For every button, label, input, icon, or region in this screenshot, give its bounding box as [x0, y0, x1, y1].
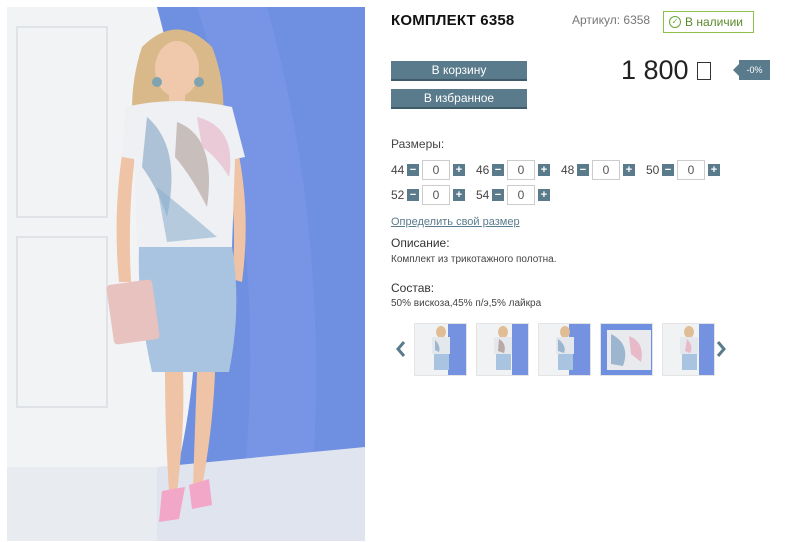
increment-button[interactable]: + [453, 189, 465, 201]
discount-badge: -0% [733, 60, 770, 80]
quantity-input[interactable]: 0 [422, 160, 450, 180]
price-value: 1 800 [621, 55, 689, 85]
size-group-54: 54 − 0 + [476, 185, 550, 205]
description-label: Описание: [391, 236, 450, 250]
chevron-left-icon[interactable] [395, 340, 407, 358]
increment-button[interactable]: + [623, 164, 635, 176]
quantity-input[interactable]: 0 [507, 160, 535, 180]
size-number: 54 [476, 188, 490, 202]
sizes-label: Размеры: [391, 137, 445, 151]
add-to-favorites-button[interactable]: В избранное [391, 89, 527, 109]
increment-button[interactable]: + [453, 164, 465, 176]
size-guide-link[interactable]: Определить свой размер [391, 216, 520, 228]
size-row: 52 − 0 + 54 − 0 + [391, 185, 561, 205]
thumbnail-gallery [414, 323, 715, 376]
stock-label: В наличии [685, 15, 744, 29]
add-to-cart-button[interactable]: В корзину [391, 61, 527, 81]
size-number: 46 [476, 163, 490, 177]
quantity-input[interactable]: 0 [677, 160, 705, 180]
decrement-button[interactable]: − [407, 164, 419, 176]
size-number: 50 [646, 163, 660, 177]
increment-button[interactable]: + [708, 164, 720, 176]
stock-badge: ✓ В наличии [663, 11, 754, 33]
composition-label: Состав: [391, 281, 435, 295]
thumbnail-image[interactable] [600, 323, 653, 376]
size-number: 52 [391, 188, 405, 202]
size-group-48: 48 − 0 + [561, 160, 635, 180]
decrement-button[interactable]: − [492, 164, 504, 176]
chevron-right-icon[interactable] [715, 340, 727, 358]
product-title: КОМПЛЕКТ 6358 [391, 12, 515, 29]
quantity-input[interactable]: 0 [592, 160, 620, 180]
decrement-button[interactable]: − [492, 189, 504, 201]
decrement-button[interactable]: − [662, 164, 674, 176]
size-group-52: 52 − 0 + [391, 185, 465, 205]
increment-button[interactable]: + [538, 164, 550, 176]
decrement-button[interactable]: − [577, 164, 589, 176]
size-number: 48 [561, 163, 575, 177]
currency-icon [696, 61, 711, 80]
size-group-44: 44 − 0 + [391, 160, 465, 180]
price: 1 800 [621, 55, 711, 86]
sku-label: Артикул: 6358 [572, 13, 651, 27]
thumbnail-image[interactable] [538, 323, 591, 376]
description-text: Комплект из трикотажного полотна. [391, 254, 557, 265]
quantity-input[interactable]: 0 [507, 185, 535, 205]
size-row: 44 − 0 + 46 − 0 + 48 − 0 + 50 − 0 + [391, 160, 731, 180]
thumbnail-image[interactable] [414, 323, 467, 376]
decrement-button[interactable]: − [407, 189, 419, 201]
thumbnail-image[interactable] [476, 323, 529, 376]
composition-text: 50% вискоза,45% п/э,5% лайкра [391, 298, 542, 309]
size-group-50: 50 − 0 + [646, 160, 720, 180]
increment-button[interactable]: + [538, 189, 550, 201]
thumbnail-image[interactable] [662, 323, 715, 376]
size-group-46: 46 − 0 + [476, 160, 550, 180]
quantity-input[interactable]: 0 [422, 185, 450, 205]
check-circle-icon: ✓ [669, 16, 681, 28]
main-product-image[interactable] [7, 7, 365, 541]
size-number: 44 [391, 163, 405, 177]
